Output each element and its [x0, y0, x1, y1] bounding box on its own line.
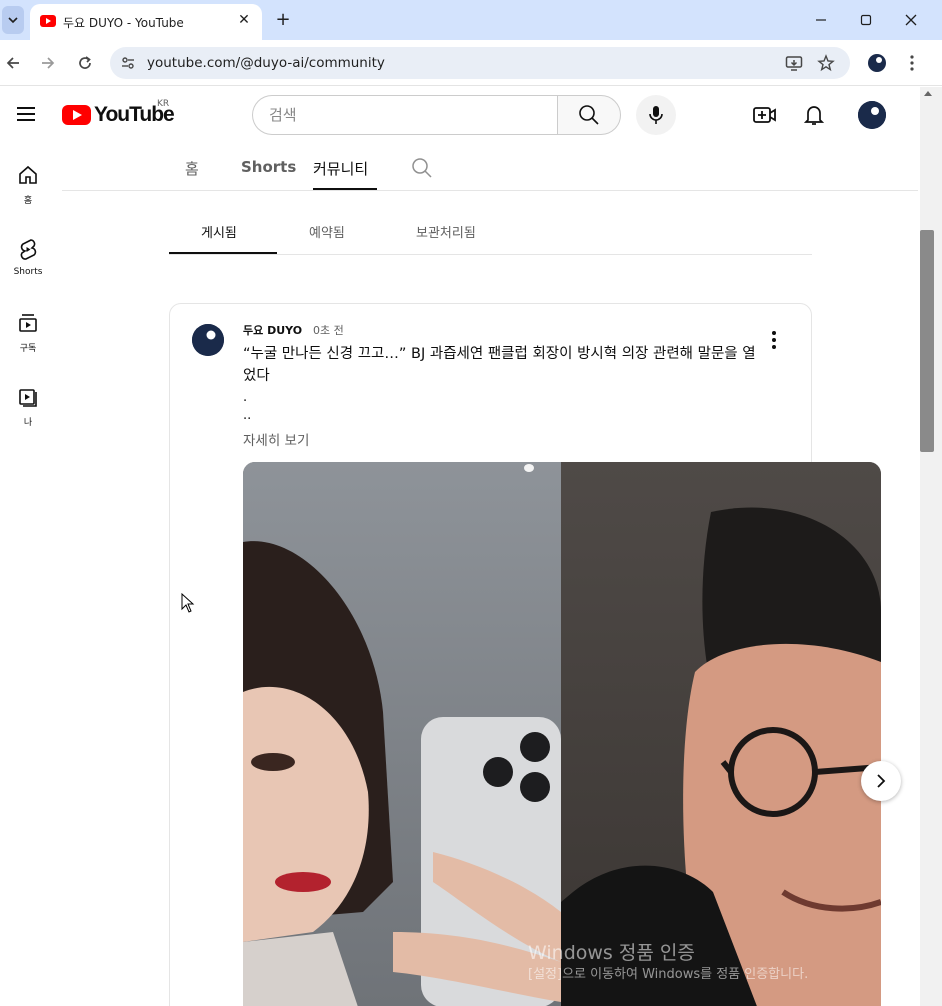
tab-scheduled[interactable]: 예약됨: [309, 222, 345, 241]
minimize-icon: [816, 19, 826, 21]
tune-icon: [122, 57, 134, 69]
you-icon: [16, 385, 40, 409]
youtube-favicon-icon: [40, 15, 56, 27]
more-vert-icon: [772, 331, 776, 349]
browser-menu-button[interactable]: [900, 51, 924, 75]
chevron-down-icon: [8, 17, 18, 24]
voice-search-button[interactable]: [636, 95, 676, 135]
windows-activation-title: Windows 정품 인증: [528, 942, 695, 964]
browser-tab-strip: 두요 DUYO - YouTube ✕ +: [0, 0, 942, 40]
post-body-dot: .: [243, 390, 248, 405]
site-info-button[interactable]: [118, 53, 138, 73]
menu-icon-bar: [17, 107, 35, 109]
guide-item-shorts[interactable]: Shorts: [0, 217, 56, 287]
guide-menu-button[interactable]: [15, 104, 37, 126]
browser-toolbar: youtube.com/@duyo-ai/community: [0, 40, 942, 86]
guide-item-label: 구독: [19, 344, 37, 354]
active-tab-indicator: [313, 188, 377, 190]
post-filter-tabs: 게시됨 예약됨 보관처리됨: [169, 207, 812, 255]
search-icon: [412, 158, 432, 178]
post-body-ellipsis: ..: [243, 408, 252, 423]
back-button[interactable]: [1, 51, 25, 75]
post-body-text: “누굴 만나든 신경 끄고…” BJ 과즙세연 팬클럽 회장이 방시혁 의장 관…: [243, 346, 756, 384]
bell-icon: [804, 106, 824, 125]
search-icon: [579, 105, 599, 125]
create-video-icon: [753, 107, 776, 123]
youtube-play-icon: [62, 105, 91, 125]
guide-item-you[interactable]: 나: [0, 365, 56, 435]
reload-button[interactable]: [73, 51, 97, 75]
community-post: 두요 DUYO 0초 전 “누굴 만나든 신경 끄고…” BJ 과즙세연 팬클럽…: [169, 303, 881, 1006]
tab-archived[interactable]: 보관처리됨: [416, 222, 476, 241]
forward-button[interactable]: [36, 51, 60, 75]
region-code: KR: [157, 99, 170, 109]
menu-icon-bar: [17, 119, 35, 121]
scrollbar-thumb[interactable]: [920, 230, 934, 452]
tab-search-button[interactable]: [2, 6, 24, 34]
search-input[interactable]: [269, 106, 549, 124]
create-button[interactable]: [752, 102, 778, 128]
close-icon: [905, 14, 917, 26]
post-action-menu-button[interactable]: [766, 328, 782, 352]
profile-avatar-icon: [868, 54, 886, 72]
mini-guide: 홈 Shorts 구독 나: [0, 143, 56, 1006]
shorts-icon: [16, 237, 40, 261]
mouse-cursor-icon: [181, 593, 195, 613]
menu-icon-bar: [17, 113, 35, 115]
search-button[interactable]: [557, 95, 621, 135]
subscriptions-icon: [16, 311, 40, 335]
active-sub-tab-indicator: [169, 252, 277, 254]
arrow-right-icon: [42, 57, 55, 69]
avatar-image-icon: [192, 324, 224, 356]
arrow-left-icon: [6, 57, 19, 69]
tab-community[interactable]: 커뮤니티: [313, 158, 368, 179]
tab-close-icon[interactable]: ✕: [234, 10, 254, 30]
windows-activation-subtitle: [설정]으로 이동하여 Windows를 정품 인증합니다.: [528, 967, 809, 982]
scroll-up-arrow-icon[interactable]: [924, 91, 932, 96]
install-app-icon: [785, 56, 803, 71]
guide-item-home[interactable]: 홈: [0, 143, 56, 213]
minimize-button[interactable]: [806, 6, 836, 34]
account-avatar[interactable]: [858, 101, 886, 129]
home-icon: [16, 163, 40, 187]
microphone-icon: [649, 106, 663, 124]
post-timestamp[interactable]: 0초 전: [313, 322, 344, 338]
url-text[interactable]: youtube.com/@duyo-ai/community: [147, 55, 385, 71]
image-next-button[interactable]: [861, 761, 901, 801]
page-scrollbar[interactable]: [920, 87, 942, 1006]
bookmark-button[interactable]: [816, 53, 836, 73]
read-more-link[interactable]: 자세히 보기: [243, 429, 309, 449]
tab-shorts[interactable]: Shorts: [241, 158, 296, 176]
tab-home[interactable]: 홈: [185, 158, 199, 179]
browser-tab-title: 두요 DUYO - YouTube: [63, 16, 184, 30]
post-image[interactable]: [243, 462, 881, 1006]
search-box: [252, 95, 558, 135]
youtube-masthead: YouTube KR: [0, 87, 920, 143]
chevron-right-icon: [877, 774, 886, 788]
guide-item-label: Shorts: [13, 267, 43, 277]
more-vert-icon: [910, 55, 914, 71]
address-bar[interactable]: youtube.com/@duyo-ai/community: [110, 47, 850, 79]
new-tab-button[interactable]: +: [272, 8, 294, 30]
post-author-avatar[interactable]: [192, 324, 224, 356]
channel-tabs: 홈 Shorts 커뮤니티: [62, 143, 918, 191]
guide-item-label: 나: [23, 418, 33, 428]
profile-button[interactable]: [865, 51, 889, 75]
close-window-button[interactable]: [896, 6, 926, 34]
reload-icon: [79, 56, 91, 69]
install-app-button[interactable]: [784, 53, 804, 73]
maximize-button[interactable]: [851, 6, 881, 34]
browser-tab[interactable]: 두요 DUYO - YouTube ✕: [30, 4, 262, 40]
post-author-name[interactable]: 두요 DUYO: [243, 322, 302, 338]
maximize-icon: [860, 14, 872, 26]
post-photo-image: [243, 462, 881, 1006]
guide-item-subscriptions[interactable]: 구독: [0, 291, 56, 361]
notifications-button[interactable]: [801, 102, 827, 128]
guide-item-label: 홈: [23, 196, 33, 206]
star-icon: [817, 54, 835, 72]
tab-published[interactable]: 게시됨: [201, 222, 237, 241]
avatar-image-icon: [858, 101, 886, 129]
channel-search-button[interactable]: [411, 157, 433, 179]
